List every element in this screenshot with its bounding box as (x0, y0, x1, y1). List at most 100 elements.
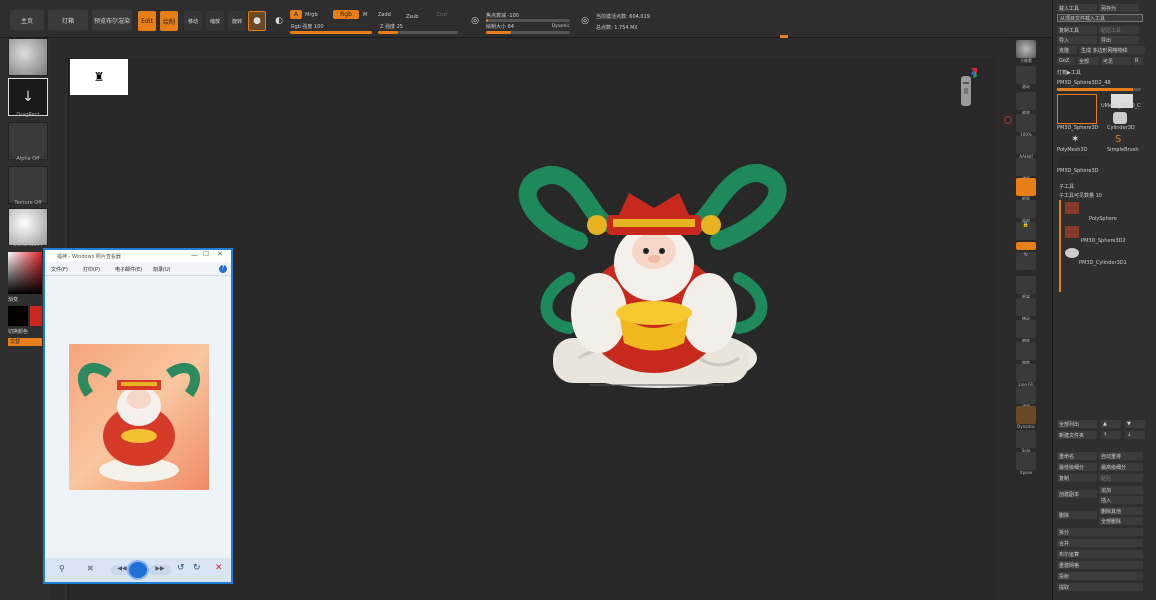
gizmo-icon[interactable]: ◐ (270, 11, 288, 31)
swap-button[interactable]: 交替 (8, 338, 42, 346)
delete-button[interactable]: 删除 (1057, 511, 1097, 519)
rename-button[interactable]: 重命名 (1057, 452, 1097, 460)
list-all-button[interactable]: 全部列出 (1057, 420, 1097, 428)
floor-icon[interactable] (1016, 178, 1036, 196)
r-button[interactable]: R (1133, 57, 1143, 65)
arrow-down-icon[interactable]: ▼ (1125, 420, 1145, 428)
lowest-res-button[interactable]: 最低级细分 (1057, 463, 1097, 471)
rotate-view-icon[interactable] (1016, 342, 1036, 360)
subtool-header[interactable]: 子工具 (1059, 183, 1074, 190)
delete-all-button[interactable]: 全部删除 (1099, 517, 1143, 525)
scroll-icon[interactable] (1016, 66, 1036, 84)
transp-icon[interactable] (1016, 386, 1036, 404)
xpose-icon[interactable] (1016, 452, 1036, 470)
bpr-icon[interactable] (1016, 40, 1036, 58)
auto-reorder-button[interactable]: 自动重排 (1099, 452, 1143, 460)
tool-thumb-active[interactable] (1057, 94, 1097, 124)
a-toggle[interactable]: A (290, 10, 302, 19)
rotate-right-icon[interactable]: ↻ (193, 563, 201, 573)
xyz-toggle[interactable] (1016, 242, 1036, 250)
zcut-toggle[interactable]: Zcut (436, 12, 447, 18)
z-strength-slider[interactable] (378, 31, 458, 34)
insert-button[interactable]: 插入 (1099, 496, 1143, 504)
menu-file[interactable]: 文件(F) (51, 266, 68, 273)
draw-button[interactable]: 绘制 (160, 11, 178, 31)
remesh-menu[interactable]: 重建网格 (1057, 561, 1143, 569)
boolean-menu[interactable]: 布尔运算 (1057, 550, 1143, 558)
subtool-thumb-1[interactable] (1065, 226, 1079, 238)
zoom-icon[interactable] (1016, 92, 1036, 110)
project-menu[interactable]: 投射 (1057, 572, 1143, 580)
color-picker[interactable] (8, 252, 42, 294)
lightbox-button[interactable]: 灯箱 (48, 10, 88, 30)
lightbox-tools-label[interactable]: 灯箱▶工具 (1057, 69, 1081, 76)
paste-button[interactable]: 粘贴 (1099, 474, 1143, 482)
menu-print[interactable]: 打印(P) (83, 266, 100, 273)
highest-res-button[interactable]: 最高级细分 (1099, 463, 1143, 471)
solo-icon[interactable] (1016, 430, 1036, 448)
minimize-icon[interactable]: — (191, 251, 198, 259)
actual-size-icon[interactable]: ✖ (87, 564, 94, 573)
local-icon[interactable] (1016, 200, 1036, 218)
zsub-toggle[interactable]: Zsub (406, 14, 418, 20)
all-button[interactable]: 全部 (1077, 57, 1099, 65)
simplebrush-icon[interactable]: S (1115, 134, 1121, 145)
texture-icon[interactable] (8, 166, 48, 204)
load-tool-button[interactable]: 载入工具 (1057, 4, 1097, 12)
help-icon[interactable]: ? (219, 265, 227, 273)
load-from-project-button[interactable]: 从项目文件载入工具 (1057, 14, 1143, 22)
menu-email[interactable]: 电子邮件(E) (115, 266, 142, 273)
polymesh-star-icon[interactable]: ✶ (1071, 134, 1079, 145)
refresh-icon[interactable]: ↻ (1016, 252, 1036, 270)
main-color-swatch[interactable] (8, 306, 28, 326)
d-radial-icon[interactable]: ◎ (576, 11, 594, 31)
merge-menu[interactable]: 合并 (1057, 539, 1143, 547)
goz-button[interactable]: GoZ (1057, 57, 1075, 65)
new-folder-button[interactable]: 新建文件夹 (1057, 431, 1097, 439)
draw-size-slider[interactable] (486, 31, 570, 34)
rgb-strength-slider[interactable] (290, 31, 372, 34)
subtool-name-2[interactable]: PM3D_Cylinder3D1 (1079, 260, 1127, 266)
delete-icon[interactable]: ✕ (215, 563, 223, 573)
make-polymesh-button[interactable]: 生成 多边形网格物体 (1079, 46, 1145, 54)
alpha-icon[interactable] (8, 122, 48, 160)
tool-slider[interactable] (1057, 88, 1141, 91)
rgb-toggle[interactable]: Rgb (333, 10, 359, 19)
next-icon[interactable]: ▶▶ (149, 565, 171, 575)
subtool-thumb-2[interactable] (1065, 248, 1079, 258)
paste-tool-button[interactable]: 粘贴工具 (1099, 26, 1139, 34)
subtool-name-1[interactable]: PM3D_Sphere3D2 (1081, 238, 1126, 244)
zoom-icon[interactable]: ⚲ (59, 564, 65, 573)
persp-icon[interactable] (1016, 158, 1036, 176)
slideshow-button[interactable] (127, 560, 149, 580)
delete-other-button[interactable]: 删除其他 (1099, 507, 1143, 515)
3d-model[interactable] (509, 153, 799, 393)
aahalf-icon[interactable] (1016, 136, 1036, 154)
s-radial-icon[interactable]: ◎ (466, 11, 484, 31)
line-fill-icon[interactable] (1016, 364, 1036, 382)
home-button[interactable]: 主页 (10, 10, 44, 30)
extract-menu[interactable]: 提取 (1057, 583, 1143, 591)
append-button[interactable]: 追加 (1099, 486, 1143, 494)
photo-viewer-window[interactable]: 福神 - Windows 照片查看器 — ☐ ✕ 文件(F) 打印(P) 电子邮… (43, 248, 233, 584)
dynamic-toggle[interactable]: Dynamic (552, 23, 570, 28)
secondary-color-swatch[interactable] (30, 306, 42, 326)
actual-icon[interactable] (1016, 114, 1036, 132)
m-toggle[interactable]: M (363, 12, 367, 18)
visible-button[interactable]: 可见 (1101, 57, 1131, 65)
subtool-name-0[interactable]: PolySphere (1089, 216, 1117, 222)
move-up-icon[interactable]: ↑ (1101, 431, 1121, 439)
subtool-scrollbar[interactable] (1059, 200, 1061, 292)
copy-button[interactable]: 复制 (1057, 474, 1097, 482)
focal-shift-slider[interactable] (486, 19, 570, 22)
mrgb-toggle[interactable]: Mrgb (305, 12, 318, 18)
menu-burn[interactable]: 刻录(U) (153, 266, 171, 273)
zadd-toggle[interactable]: Zadd (378, 12, 391, 18)
rotate-left-icon[interactable]: ↺ (177, 563, 185, 573)
zoom3d-icon[interactable] (1016, 320, 1036, 338)
dynamic-persp-icon[interactable] (1016, 406, 1036, 424)
edit-button[interactable]: Edit (138, 11, 156, 31)
lock-icon[interactable]: 🔒 (1016, 222, 1036, 240)
tool-thumb-5[interactable] (1059, 156, 1089, 168)
tool-thumb-2[interactable] (1113, 112, 1127, 124)
